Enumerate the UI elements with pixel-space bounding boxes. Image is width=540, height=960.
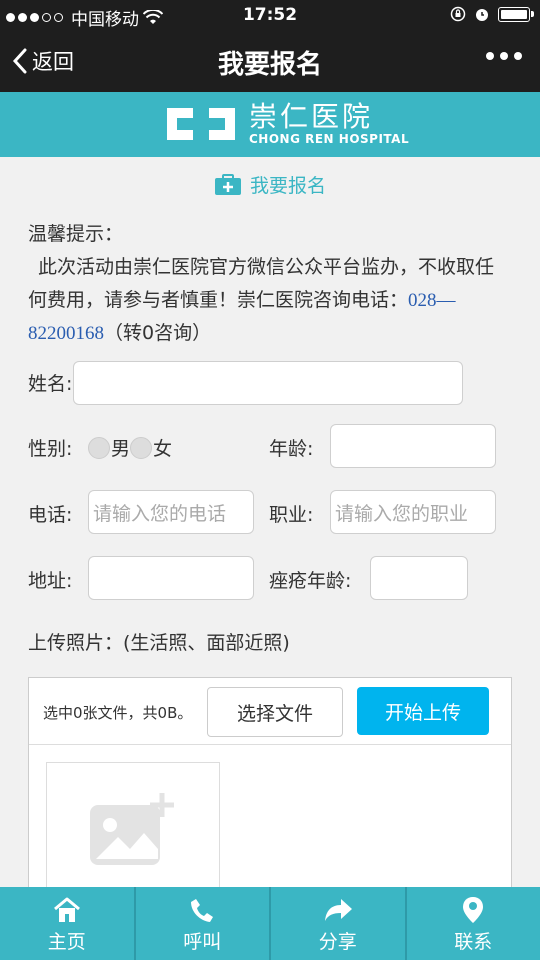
section-title: 我要报名: [249, 175, 326, 197]
gender-label: 性别:: [28, 438, 73, 460]
add-photo-placeholder[interactable]: [46, 762, 220, 902]
phone-icon: [191, 899, 214, 922]
upload-status: 选中0张文件，共0B。: [43, 704, 193, 722]
tab-home-label: 主页: [47, 931, 86, 953]
tab-contact[interactable]: 联系: [407, 887, 540, 960]
job-label: 职业:: [269, 504, 314, 526]
choose-file-button[interactable]: 选择文件: [207, 687, 343, 737]
section-header: 我要报名: [0, 157, 540, 210]
name-label: 姓名:: [28, 373, 73, 395]
hospital-name-cn: 崇仁医院: [249, 100, 374, 133]
notice-text: 此次活动由崇仁医院官方微信公众平台监办，不收取任何费用，请参与者慎重！崇仁医院咨…: [28, 256, 495, 344]
phone-input[interactable]: 请输入您的电话: [88, 490, 254, 534]
start-upload-button[interactable]: 开始上传: [357, 687, 489, 735]
notice-title: 温馨提示：: [28, 223, 124, 245]
phone-label: 电话:: [28, 504, 73, 526]
upload-toolbar: 选中0张文件，共0B。 选择文件 开始上传: [29, 678, 511, 745]
tab-call[interactable]: 呼叫: [136, 887, 271, 960]
notice-box: 温馨提示： 此次活动由崇仁医院官方微信公众平台监办，不收取任何费用，请参与者慎重…: [0, 209, 540, 351]
battery-icon: [498, 6, 534, 22]
job-input[interactable]: 请输入您的职业: [330, 490, 496, 534]
registration-form: 姓名: 性别: 男 女 年龄: 电话: 请输入您的电话 职业: 请输入您的职业 …: [0, 350, 540, 902]
home-icon: [53, 897, 80, 922]
status-bar: 中国移动 17:52: [0, 0, 540, 30]
logo-mark-icon: [167, 108, 235, 140]
more-menu-icon[interactable]: [486, 52, 522, 60]
tab-share[interactable]: 分享: [271, 887, 407, 960]
tab-share-label: 分享: [318, 931, 357, 953]
address-input[interactable]: [88, 556, 254, 600]
upload-label: 上传照片：(生活照、面部近照): [28, 632, 290, 654]
status-right: [450, 6, 534, 22]
location-icon: [463, 897, 484, 923]
alarm-icon: [476, 9, 488, 21]
bottom-tab-bar: 主页 呼叫 分享 联系: [0, 887, 540, 960]
hospital-logo: 崇仁医院 CHONG REN HOSPITAL: [163, 102, 409, 146]
hospital-name-en: CHONG REN HOSPITAL: [249, 132, 410, 146]
address-label: 地址:: [28, 570, 73, 592]
add-image-icon: [90, 793, 174, 865]
age-input[interactable]: [330, 424, 496, 468]
age-label: 年龄:: [269, 438, 314, 460]
name-input[interactable]: [73, 361, 463, 405]
gender-option-male: 男: [111, 438, 131, 460]
share-icon: [324, 899, 352, 921]
rotation-lock-icon: [450, 6, 466, 22]
nav-bar: 返回 我要报名: [0, 30, 540, 92]
gender-option-female: 女: [153, 438, 173, 460]
acne-age-label: 痤疮年龄:: [269, 570, 352, 592]
page-title: 我要报名: [217, 50, 322, 80]
medical-kit-icon: [214, 173, 241, 195]
tab-contact-label: 联系: [454, 931, 493, 953]
gender-radio-male[interactable]: [88, 436, 110, 459]
gender-radio-female[interactable]: [130, 436, 153, 459]
tab-call-label: 呼叫: [183, 931, 222, 953]
gender-radio-group: 男 女: [88, 434, 172, 461]
tab-home[interactable]: 主页: [0, 887, 136, 960]
photo-upload-panel: 选中0张文件，共0B。 选择文件 开始上传: [28, 677, 512, 902]
acne-age-input[interactable]: [370, 556, 468, 600]
hospital-banner: 崇仁医院 CHONG REN HOSPITAL: [0, 92, 540, 157]
